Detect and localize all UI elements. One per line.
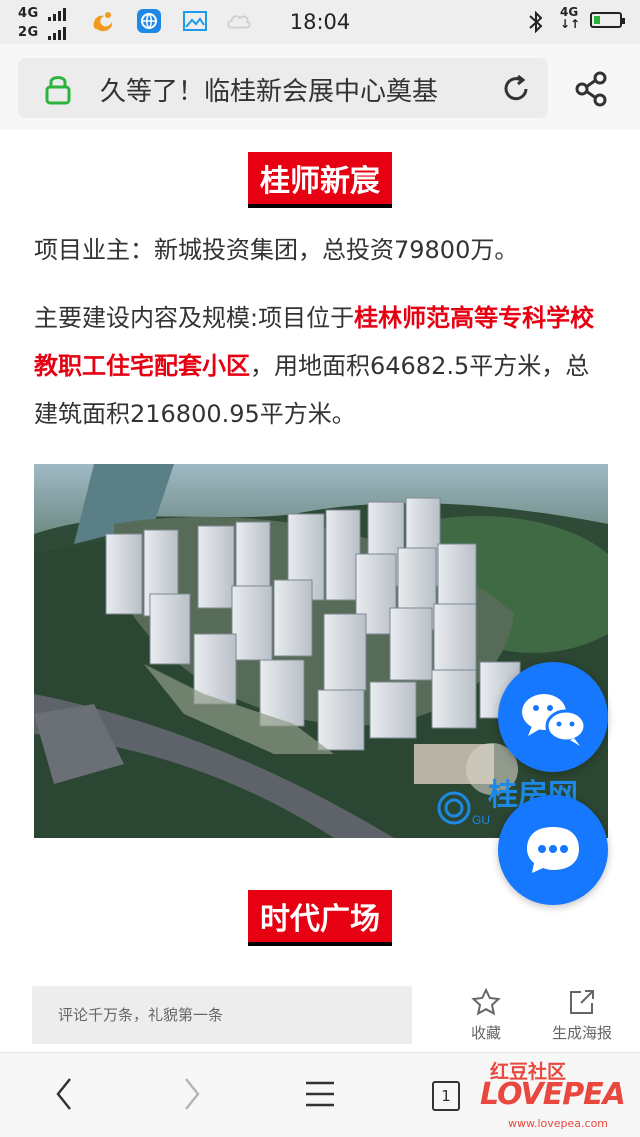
lock-icon — [45, 76, 71, 105]
comment-input-placeholder: 评论千万条，礼貌第一条 — [58, 1006, 224, 1024]
wechat-share-button[interactable] — [498, 662, 608, 772]
generate-poster-button[interactable]: 生成海报 — [542, 988, 622, 1043]
page-title: 久等了！临桂新会展中心奠基 — [100, 77, 439, 107]
comment-input[interactable]: 评论千万条，礼貌第一条 — [32, 986, 412, 1044]
export-icon — [570, 990, 594, 1014]
forward-icon[interactable] — [180, 1075, 204, 1113]
section-heading-text: 时代广场 — [248, 890, 392, 946]
photo-watermark-sub: GU — [472, 813, 490, 827]
tab-switcher-button[interactable]: 1 — [432, 1081, 460, 1111]
bluetooth-icon — [529, 10, 543, 34]
favorite-label: 收藏 — [470, 1024, 501, 1042]
data-arrows-icon: ↓↑ — [560, 17, 581, 31]
browser-navigation-bar: 1 红豆社区 LOVEPEA www.lovepea.com — [0, 1052, 640, 1137]
site-watermark: 红豆社区 LOVEPEA www.lovepea.com — [478, 1053, 638, 1137]
battery-icon — [590, 12, 625, 28]
paragraph-scale: 主要建设内容及规模:项目位于桂林师范高等专科学校教职工住宅配套小区，用地面积64… — [34, 294, 610, 438]
address-bar[interactable]: 久等了！临桂新会展中心奠基 — [18, 58, 548, 118]
project-rendering-image[interactable]: 桂房网 GU — [34, 464, 608, 838]
watermark-url: www.lovepea.com — [508, 1117, 609, 1130]
paragraph-owner: 项目业主：新城投资集团，总投资79800万。 — [34, 236, 519, 264]
wechat-icon — [522, 694, 587, 746]
watermark-logo: LOVEPEA — [480, 1077, 626, 1112]
section-heading-text: 桂师新宸 — [248, 152, 392, 208]
menu-icon[interactable] — [304, 1075, 336, 1113]
comment-bar: 评论千万条，礼貌第一条 收藏 生成海报 — [0, 968, 640, 1052]
reload-icon[interactable] — [500, 73, 532, 105]
comment-chat-button[interactable] — [498, 795, 608, 905]
browser-toolbar: 久等了！临桂新会展中心奠基 — [0, 44, 640, 130]
share-icon[interactable] — [574, 71, 610, 107]
aerial-rendering: 桂房网 GU — [34, 464, 608, 838]
section-heading: 桂师新宸 — [0, 152, 640, 208]
chat-bubble-icon — [527, 827, 579, 873]
network-indicator: 4G ↓↑ — [560, 6, 580, 30]
generate-poster-label: 生成海报 — [551, 1024, 612, 1042]
status-bar: 4G 2G 18:04 4G ↓↑ — [0, 0, 640, 44]
favorite-button[interactable]: 收藏 — [446, 987, 526, 1043]
battery-level — [594, 16, 600, 24]
paragraph-scale-prefix: 主要建设内容及规模:项目位于 — [34, 304, 355, 332]
back-icon[interactable] — [52, 1075, 76, 1113]
star-icon — [471, 987, 501, 1016]
